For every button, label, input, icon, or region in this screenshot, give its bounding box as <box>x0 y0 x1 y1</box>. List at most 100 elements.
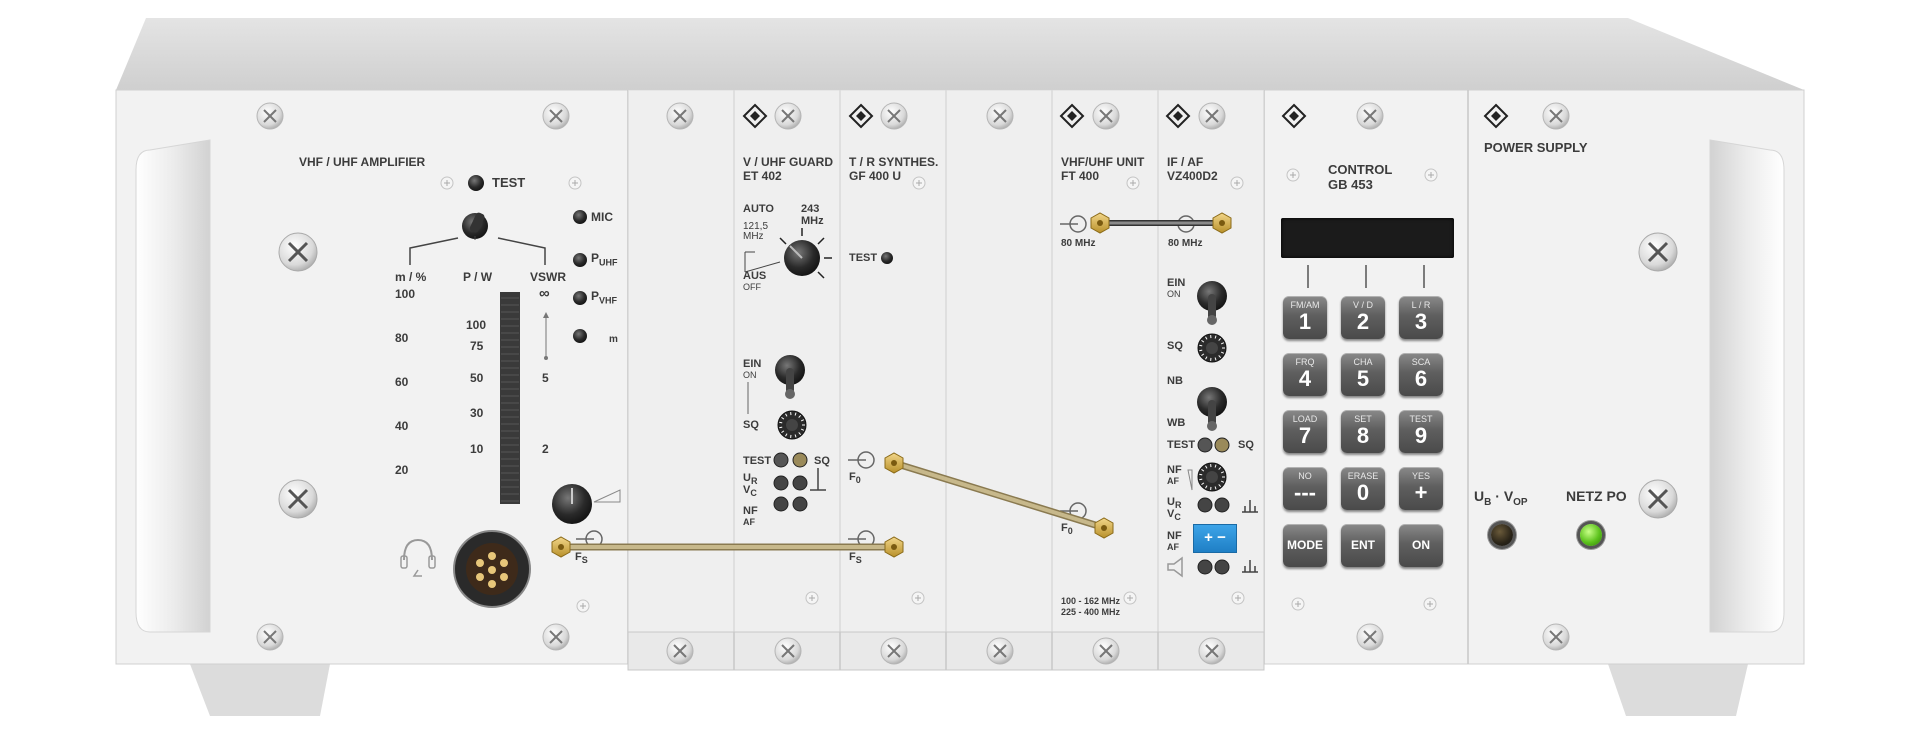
scale-p-75: 75 <box>470 339 484 353</box>
key-label: 7 <box>1298 423 1312 448</box>
key-1[interactable]: FM/AM 1 <box>1283 296 1327 339</box>
ifaf-af2: AF <box>1167 542 1179 552</box>
ifaf-vc: VC <box>1167 508 1181 523</box>
screw-icon <box>1356 623 1384 651</box>
netz-po-label: NETZ PO <box>1566 488 1627 504</box>
foot-right <box>1608 664 1748 716</box>
handle-screw-icon <box>1638 479 1678 519</box>
guard-aus: AUS <box>743 270 767 282</box>
guard-sq: SQ <box>743 419 759 431</box>
key-7[interactable]: LOAD 7 <box>1283 410 1327 453</box>
screw-icon <box>1542 623 1570 651</box>
key-3[interactable]: L / R3 <box>1399 296 1443 339</box>
key-ent[interactable]: ENT <box>1341 524 1385 567</box>
rack-graphics <box>115 18 1805 716</box>
key-0[interactable]: ERASE 0 <box>1341 467 1385 510</box>
key-label: 6 <box>1414 366 1428 391</box>
handle-right <box>1709 139 1785 633</box>
coax-connector <box>884 452 904 474</box>
pvhf-label: PVHF <box>591 289 618 306</box>
handle-screw-icon <box>278 479 318 519</box>
ifaf-sq: SQ <box>1167 340 1183 352</box>
pvhf-button <box>573 291 587 305</box>
ifaf-sq2: SQ <box>1238 439 1254 451</box>
scale-vswr-5: 5 <box>542 371 549 385</box>
key-label: 5 <box>1356 366 1370 391</box>
indicator-led <box>773 475 789 491</box>
synth-fs: FS <box>849 551 862 566</box>
guard-title: V / UHF GUARD ET 402 <box>743 155 833 183</box>
small-screw-icon <box>1424 168 1438 182</box>
mic-label: MIC <box>591 210 613 224</box>
screw-icon <box>1198 637 1226 665</box>
guard-test: TEST <box>743 455 772 467</box>
screw-icon <box>1356 102 1384 130</box>
key-yes[interactable]: YES + <box>1399 467 1443 510</box>
key-on[interactable]: ON <box>1399 524 1443 567</box>
synth-title: T / R SYNTHES. GF 400 U <box>849 155 939 183</box>
small-screw-icon <box>1231 591 1245 605</box>
col-m-label: m / % <box>395 270 427 284</box>
small-screw-icon <box>911 591 925 605</box>
ifaf-title: IF / AF VZ400D2 <box>1167 155 1218 183</box>
power-led <box>1580 524 1602 546</box>
key-label: 8 <box>1356 423 1370 448</box>
ub-vop-label: UB · VOP <box>1474 488 1528 508</box>
ub-vop-indicator <box>1491 524 1513 546</box>
ifaf-af: AF <box>1167 476 1179 486</box>
key-label: + <box>1414 480 1428 505</box>
m-label: m <box>609 334 618 345</box>
unit-range2: 225 - 400 MHz <box>1061 607 1121 617</box>
scale-m-20: 20 <box>395 463 409 477</box>
key-label: 3 <box>1414 309 1428 334</box>
key-no[interactable]: NO --- <box>1283 467 1327 510</box>
indicator-led <box>792 475 808 491</box>
key-5[interactable]: CHA 5 <box>1341 353 1385 396</box>
guard-on: ON <box>743 370 757 380</box>
coax-connector <box>1212 212 1232 234</box>
guard-af: AF <box>743 517 755 527</box>
col-vswr-label: VSWR <box>530 270 566 284</box>
scale-p-10: 10 <box>470 442 484 456</box>
foot-left <box>190 664 330 716</box>
key-label: MODE <box>1287 538 1323 552</box>
coax-connector <box>551 536 571 558</box>
amplifier-title: VHF / UHF AMPLIFIER <box>299 155 426 169</box>
scale-m-60: 60 <box>395 375 409 389</box>
synth-f0: F0 <box>849 471 861 486</box>
scale-p-100: 100 <box>466 318 487 332</box>
indicator-led <box>1197 497 1213 513</box>
ifaf-on: ON <box>1167 289 1181 299</box>
unit-80mhz: 80 MHz <box>1061 238 1096 249</box>
key-label: --- <box>1294 480 1316 505</box>
indicator-led <box>773 452 789 468</box>
screw-icon <box>986 102 1014 130</box>
ifaf-wb: WB <box>1167 417 1186 429</box>
key-9[interactable]: TEST 9 <box>1399 410 1443 453</box>
small-screw-icon <box>1423 597 1437 611</box>
plus-minus-button[interactable]: + − <box>1193 524 1237 553</box>
guard-mhz2: MHz <box>801 215 824 227</box>
key-mode[interactable]: MODE <box>1283 524 1327 567</box>
key-2[interactable]: V / D2 <box>1341 296 1385 339</box>
indicator-led <box>1197 559 1213 575</box>
handle-screw-icon <box>1638 232 1678 272</box>
knurled-knob <box>777 410 807 440</box>
small-screw-icon <box>1123 591 1137 605</box>
ifaf-ein: EIN <box>1167 277 1186 289</box>
handle-left <box>135 139 211 633</box>
scale-p-50: 50 <box>470 371 484 385</box>
screw-icon <box>542 623 570 651</box>
key-6[interactable]: SCA 6 <box>1399 353 1443 396</box>
key-label: 9 <box>1414 423 1428 448</box>
scale-p-30: 30 <box>470 406 484 420</box>
key-4[interactable]: FRQ 4 <box>1283 353 1327 396</box>
screw-icon <box>666 102 694 130</box>
handle-screw-icon <box>278 232 318 272</box>
screw-icon <box>774 637 802 665</box>
key-8[interactable]: SET 8 <box>1341 410 1385 453</box>
guard-sq2: SQ <box>814 455 830 467</box>
screw-icon <box>986 637 1014 665</box>
synth-test-button <box>881 252 893 264</box>
ifaf-nf2: NF <box>1167 530 1182 542</box>
